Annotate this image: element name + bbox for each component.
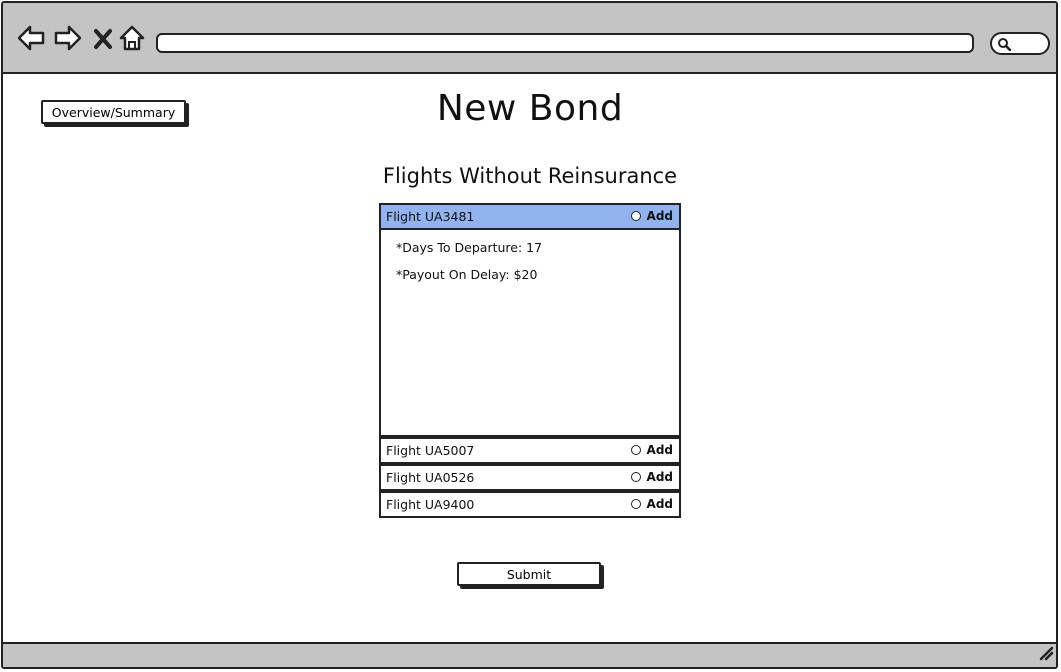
flight-name: Flight UA9400 <box>386 497 475 512</box>
search-box[interactable] <box>990 32 1050 55</box>
status-bar <box>3 642 1056 667</box>
add-flight-toggle[interactable]: Add <box>630 442 673 458</box>
add-radio[interactable] <box>630 211 641 221</box>
flight-name: Flight UA0526 <box>386 470 475 485</box>
flight-row-ua5007[interactable]: Flight UA5007 Add <box>379 437 681 464</box>
add-label: Add <box>646 470 673 484</box>
overview-summary-button[interactable]: Overview/Summary <box>41 100 186 124</box>
forward-arrow-icon[interactable] <box>53 23 83 53</box>
submit-button[interactable]: Submit <box>457 562 601 586</box>
browser-toolbar <box>3 3 1056 74</box>
home-icon[interactable] <box>118 23 146 53</box>
add-label: Add <box>646 497 673 511</box>
flight-row-ua9400[interactable]: Flight UA9400 Add <box>379 491 681 518</box>
add-label: Add <box>646 209 673 223</box>
days-to-departure: *Days To Departure: 17 <box>396 240 543 255</box>
flight-row-ua3481[interactable]: Flight UA3481 Add <box>379 203 681 230</box>
page-title: New Bond <box>436 88 624 129</box>
resize-grip-icon[interactable] <box>1038 645 1054 665</box>
add-radio[interactable] <box>630 499 641 509</box>
add-label: Add <box>646 443 673 457</box>
add-radio[interactable] <box>630 445 641 455</box>
flight-name: Flight UA3481 <box>386 209 475 224</box>
payout-on-delay: *Payout On Delay: $20 <box>396 267 538 282</box>
flight-details-panel: *Days To Departure: 17 *Payout On Delay:… <box>379 230 681 437</box>
add-flight-toggle[interactable]: Add <box>630 496 673 512</box>
add-flight-toggle[interactable]: Add <box>630 469 673 485</box>
flight-name: Flight UA5007 <box>386 443 475 458</box>
add-radio[interactable] <box>630 472 641 482</box>
flight-list: Flight UA3481 Add *Days To Departure: 17… <box>379 203 681 518</box>
close-icon[interactable] <box>92 23 114 53</box>
add-flight-toggle[interactable]: Add <box>630 208 673 224</box>
flight-row-ua0526[interactable]: Flight UA0526 Add <box>379 464 681 491</box>
back-arrow-icon[interactable] <box>16 23 46 53</box>
section-title: Flights Without Reinsurance <box>382 164 678 188</box>
url-bar[interactable] <box>156 33 974 53</box>
